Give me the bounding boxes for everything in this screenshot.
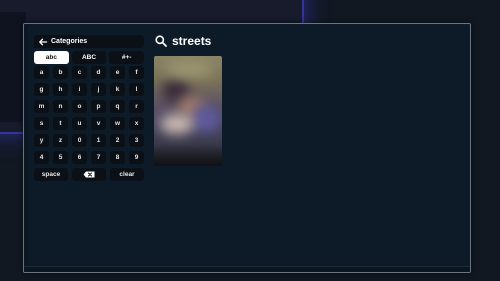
key-u[interactable]: u xyxy=(72,117,87,130)
backspace-icon xyxy=(83,171,95,178)
key-8[interactable]: 8 xyxy=(110,151,125,164)
mode-uppercase-button[interactable]: ABC xyxy=(71,51,107,64)
key-p[interactable]: p xyxy=(91,100,106,113)
key-3[interactable]: 3 xyxy=(129,134,144,147)
key-l[interactable]: l xyxy=(129,83,144,96)
key-x[interactable]: x xyxy=(129,117,144,130)
clear-key[interactable]: clear xyxy=(110,168,144,181)
key-o[interactable]: o xyxy=(72,100,87,113)
key-a[interactable]: a xyxy=(34,66,49,79)
thumbnail-blur-shape xyxy=(192,106,220,132)
on-screen-keyboard: Categories abc ABC #+- abcdefghijklmnopq… xyxy=(34,35,145,181)
tv-scene: Categories abc ABC #+- abcdefghijklmnopq… xyxy=(0,0,500,281)
thumbnail-fade xyxy=(154,144,222,166)
key-r[interactable]: r xyxy=(129,100,144,113)
key-9[interactable]: 9 xyxy=(129,151,144,164)
arrow-left-icon xyxy=(39,38,48,45)
backspace-key[interactable] xyxy=(72,168,106,181)
thumbnail-blur-shape xyxy=(164,60,214,78)
mode-lowercase-button[interactable]: abc xyxy=(34,51,69,64)
key-w[interactable]: w xyxy=(110,117,125,130)
key-d[interactable]: d xyxy=(91,66,106,79)
key-q[interactable]: q xyxy=(110,100,125,113)
key-f[interactable]: f xyxy=(129,66,144,79)
thumbnail-blur-shape xyxy=(160,114,194,134)
search-icon xyxy=(155,35,167,47)
key-v[interactable]: v xyxy=(91,117,106,130)
keyboard-mode-row: abc ABC #+- xyxy=(34,51,145,64)
key-grid: abcdef ghijkl mnopqr stuvwx yz0123 456789 xyxy=(34,66,144,164)
key-h[interactable]: h xyxy=(53,83,68,96)
key-e[interactable]: e xyxy=(110,66,125,79)
key-0[interactable]: 0 xyxy=(72,134,87,147)
key-7[interactable]: 7 xyxy=(91,151,106,164)
key-t[interactable]: t xyxy=(53,117,68,130)
search-header: streets xyxy=(155,32,211,50)
key-k[interactable]: k xyxy=(110,83,125,96)
space-key[interactable]: space xyxy=(34,168,68,181)
key-s[interactable]: s xyxy=(34,117,49,130)
tv-screen: Categories abc ABC #+- abcdefghijklmnopq… xyxy=(23,23,471,273)
search-query-text: streets xyxy=(172,34,212,48)
key-4[interactable]: 4 xyxy=(34,151,49,164)
key-z[interactable]: z xyxy=(53,134,68,147)
keyboard-bottom-row: space clear xyxy=(34,168,144,181)
screen-left-edge xyxy=(24,24,28,272)
mode-symbols-button[interactable]: #+- xyxy=(109,51,145,64)
key-5[interactable]: 5 xyxy=(53,151,68,164)
categories-label: Categories xyxy=(51,38,88,45)
key-b[interactable]: b xyxy=(53,66,68,79)
screen-bottom-bar xyxy=(24,266,470,272)
key-c[interactable]: c xyxy=(72,66,87,79)
key-n[interactable]: n xyxy=(53,100,68,113)
key-1[interactable]: 1 xyxy=(91,134,106,147)
key-g[interactable]: g xyxy=(34,83,49,96)
key-6[interactable]: 6 xyxy=(72,151,87,164)
search-result-thumbnail[interactable] xyxy=(154,56,222,166)
categories-button[interactable]: Categories xyxy=(34,35,144,48)
key-m[interactable]: m xyxy=(34,100,49,113)
key-y[interactable]: y xyxy=(34,134,49,147)
key-2[interactable]: 2 xyxy=(110,134,125,147)
key-j[interactable]: j xyxy=(91,83,106,96)
key-i[interactable]: i xyxy=(72,83,87,96)
